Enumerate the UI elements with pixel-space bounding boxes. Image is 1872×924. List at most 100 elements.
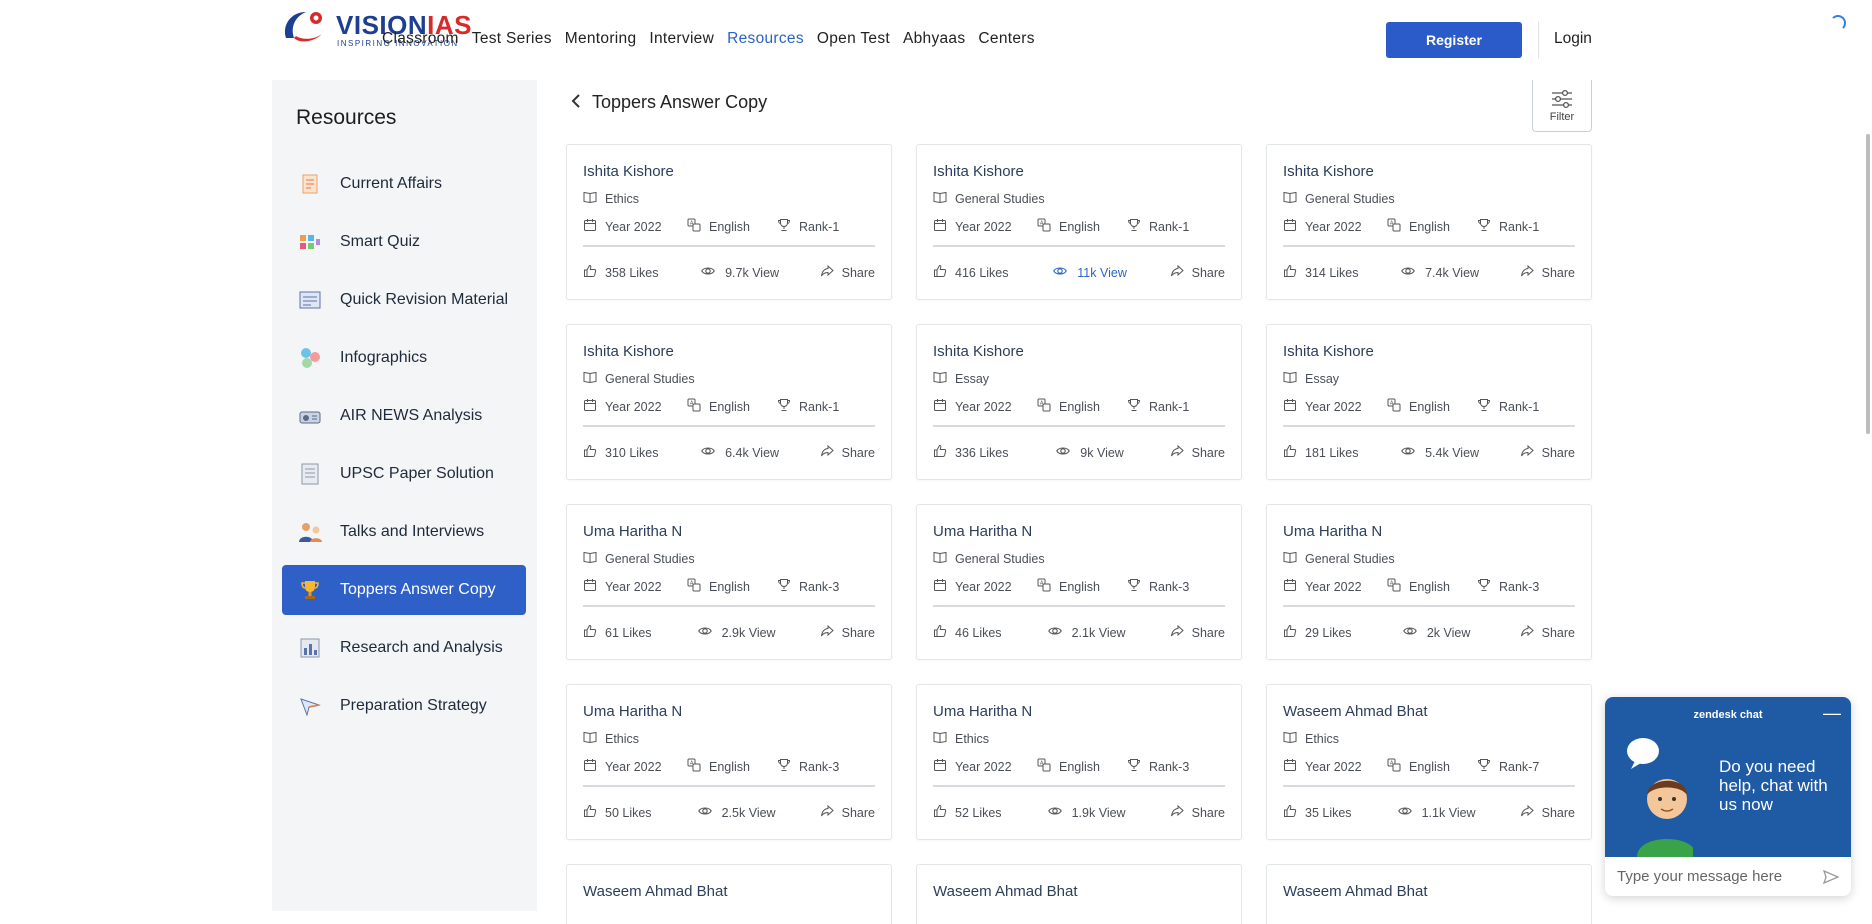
language-meta: A English [687,218,777,235]
back-link[interactable]: Toppers Answer Copy [570,91,767,113]
minimize-icon[interactable]: — [1823,703,1841,724]
answer-copy-card[interactable]: Uma Haritha N General Studies Year 2022 A En… [916,504,1242,660]
meta-row: Year 2022 A English Rank-1 [1283,398,1575,415]
resources-sidebar: Resources Current Affairs Smart Quiz Quick… [272,80,537,911]
share-button[interactable]: Share [820,444,875,461]
filter-button[interactable]: Filter [1532,80,1592,132]
sidebar-item-preparation-strategy[interactable]: Preparation Strategy [282,681,526,731]
language-meta: A English [1037,758,1127,775]
sidebar-item-research-and-analysis[interactable]: Research and Analysis [282,623,526,673]
answer-copy-card[interactable]: Ishita Kishore Ethics Year 2022 A English Ran… [566,144,892,300]
subject-row: General Studies [1283,550,1575,567]
answer-copy-card[interactable]: Ishita Kishore Essay Year 2022 A English Rank… [1266,324,1592,480]
topper-name[interactable]: Ishita Kishore [583,343,875,360]
register-button[interactable]: Register [1386,22,1522,58]
sidebar-item-infographics[interactable]: Infographics [282,333,526,383]
eye-icon [699,264,717,281]
sidebar-item-air-news-analysis[interactable]: AIR NEWS Analysis [282,391,526,441]
share-button[interactable]: Share [1170,804,1225,821]
rank-label: Rank-7 [1499,759,1540,774]
nav-link-test-series[interactable]: Test Series [472,30,552,48]
like-button[interactable]: 50 Likes [583,804,652,821]
page-scrollbar[interactable] [1866,134,1870,434]
topper-name[interactable]: Uma Haritha N [933,523,1225,540]
nav-link-classroom[interactable]: Classroom [382,30,459,48]
answer-copy-card[interactable]: Ishita Kishore General Studies Year 2022 A E… [566,324,892,480]
sidebar-item-current-affairs[interactable]: Current Affairs [282,159,526,209]
share-button[interactable]: Share [1170,624,1225,641]
sidebar-list: Current Affairs Smart Quiz Quick Revision … [282,159,526,739]
nav-link-mentoring[interactable]: Mentoring [565,30,637,48]
subject-row: Essay [933,370,1225,387]
chat-input[interactable]: Type your message here [1605,857,1851,896]
like-button[interactable]: 52 Likes [933,804,1002,821]
nav-link-interview[interactable]: Interview [649,30,714,48]
topper-name[interactable]: Ishita Kishore [933,343,1225,360]
nav-link-open-test[interactable]: Open Test [817,30,890,48]
like-button[interactable]: 29 Likes [1283,624,1352,641]
sidebar-item-label: UPSC Paper Solution [340,465,494,482]
like-button[interactable]: 314 Likes [1283,264,1359,281]
sidebar-item-talks-and-interviews[interactable]: Talks and Interviews [282,507,526,557]
card-footer: 29 Likes 2k View Share [1283,624,1575,641]
answer-copy-card[interactable]: Waseem Ahmad Bhat [566,864,892,924]
topper-name[interactable]: Ishita Kishore [933,163,1225,180]
views-stat: 2k View [1401,624,1470,641]
topper-name[interactable]: Ishita Kishore [1283,343,1575,360]
send-icon[interactable] [1823,869,1839,885]
card-divider [1283,425,1575,427]
topper-name[interactable]: Waseem Ahmad Bhat [933,883,1225,900]
like-button[interactable]: 336 Likes [933,444,1009,461]
nav-link-abhyaas[interactable]: Abhyaas [903,30,965,48]
share-button[interactable]: Share [1520,624,1575,641]
answer-copy-card[interactable]: Waseem Ahmad Bhat [916,864,1242,924]
answer-copy-card[interactable]: Ishita Kishore Essay Year 2022 A English Rank… [916,324,1242,480]
topper-name[interactable]: Uma Haritha N [1283,523,1575,540]
topper-name[interactable]: Waseem Ahmad Bhat [583,883,875,900]
topper-name[interactable]: Waseem Ahmad Bhat [1283,703,1575,720]
sidebar-item-toppers-answer-copy[interactable]: Toppers Answer Copy [282,565,526,615]
topper-name[interactable]: Uma Haritha N [583,523,875,540]
like-button[interactable]: 61 Likes [583,624,652,641]
rank-meta: Rank-1 [1477,398,1539,415]
share-button[interactable]: Share [820,804,875,821]
login-link[interactable]: Login [1554,30,1592,48]
eye-icon [1046,624,1064,641]
like-button[interactable]: 46 Likes [933,624,1002,641]
answer-copy-card[interactable]: Uma Haritha N General Studies Year 2022 A En… [566,504,892,660]
like-button[interactable]: 416 Likes [933,264,1009,281]
answer-copy-card[interactable]: Uma Haritha N Ethics Year 2022 A English Rank… [566,684,892,840]
topper-name[interactable]: Uma Haritha N [583,703,875,720]
topper-name[interactable]: Ishita Kishore [1283,163,1575,180]
share-button[interactable]: Share [1170,444,1225,461]
like-button[interactable]: 358 Likes [583,264,659,281]
share-button[interactable]: Share [1170,264,1225,281]
sidebar-item-upsc-paper-solution[interactable]: UPSC Paper Solution [282,449,526,499]
share-button[interactable]: Share [820,264,875,281]
answer-copy-card[interactable]: Uma Haritha N General Studies Year 2022 A En… [1266,504,1592,660]
answer-copy-card[interactable]: Ishita Kishore General Studies Year 2022 A E… [1266,144,1592,300]
zendesk-chat-widget[interactable]: zendesk chat — Do you need help, chat wi… [1605,697,1851,896]
language-meta: A English [687,578,777,595]
answer-copy-card[interactable]: Ishita Kishore General Studies Year 2022 A E… [916,144,1242,300]
share-button[interactable]: Share [1520,444,1575,461]
share-button[interactable]: Share [1520,264,1575,281]
translate-icon: A [687,578,701,595]
rank-meta: Rank-1 [777,218,839,235]
topper-name[interactable]: Ishita Kishore [583,163,875,180]
answer-copy-card[interactable]: Uma Haritha N Ethics Year 2022 A English Rank… [916,684,1242,840]
sidebar-item-smart-quiz[interactable]: Smart Quiz [282,217,526,267]
topper-name[interactable]: Waseem Ahmad Bhat [1283,883,1575,900]
like-button[interactable]: 181 Likes [1283,444,1359,461]
like-button[interactable]: 310 Likes [583,444,659,461]
share-button[interactable]: Share [1520,804,1575,821]
share-button[interactable]: Share [820,624,875,641]
nav-link-resources[interactable]: Resources [727,30,804,48]
answer-copy-card[interactable]: Waseem Ahmad Bhat [1266,864,1592,924]
like-button[interactable]: 35 Likes [1283,804,1352,821]
nav-link-centers[interactable]: Centers [978,30,1034,48]
answer-copy-card[interactable]: Waseem Ahmad Bhat Ethics Year 2022 A English… [1266,684,1592,840]
sidebar-item-quick-revision-material[interactable]: Quick Revision Material [282,275,526,325]
newspaper-icon [298,172,322,196]
topper-name[interactable]: Uma Haritha N [933,703,1225,720]
